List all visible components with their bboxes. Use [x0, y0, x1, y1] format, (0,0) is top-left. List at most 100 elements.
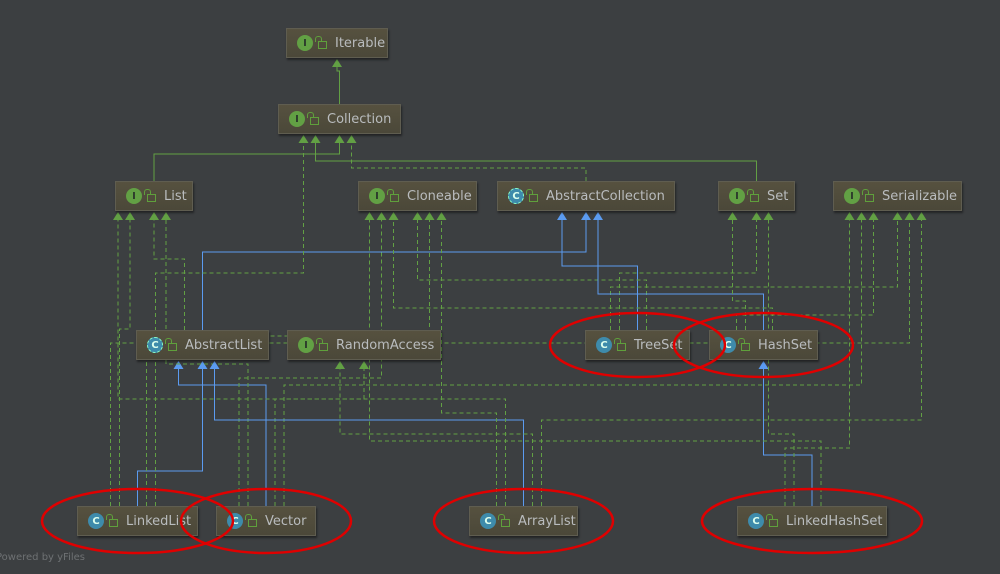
edge-vector-to-randomaccess [274, 368, 365, 506]
node-label: RandomAccess [336, 337, 435, 353]
edge-linkedhashset-to-serializable [784, 219, 850, 506]
interface-icon: I [369, 188, 385, 204]
node-abstractcollection[interactable]: C AbstractCollection [497, 181, 675, 211]
node-serializable[interactable]: I Serializable [833, 181, 962, 211]
class-icon: C [508, 188, 524, 204]
node-linkedlist[interactable]: C LinkedList [77, 506, 198, 536]
node-label: LinkedHashSet [786, 513, 883, 529]
arrowhead [727, 212, 738, 220]
public-lock-icon [766, 514, 778, 527]
edge-hashset-to-serializable [736, 219, 874, 330]
interface-icon: I [297, 35, 313, 51]
node-iterable[interactable]: I Iterable [286, 28, 388, 58]
arrowhead [364, 212, 375, 220]
node-treeset[interactable]: C TreeSet [585, 330, 690, 360]
public-lock-icon [307, 112, 319, 125]
public-lock-icon [526, 189, 538, 202]
class-icon: C [88, 513, 104, 529]
node-label: Serializable [882, 188, 958, 204]
footer-text: Powered by yFiles [0, 552, 85, 563]
arrowhead [334, 135, 345, 143]
edge-abstractlist-to-abstractcollection [202, 219, 587, 330]
node-collection[interactable]: I Collection [278, 104, 401, 134]
class-icon: C [227, 513, 243, 529]
arrowhead [763, 212, 774, 220]
arrowhead [844, 212, 855, 220]
class-icon: C [480, 513, 496, 529]
interface-icon: I [289, 111, 305, 127]
public-lock-icon [315, 36, 327, 49]
edge-arraylist-to-randomaccess [339, 368, 533, 506]
arrowhead [149, 212, 159, 220]
interface-icon: I [844, 188, 860, 204]
edge-linkedhashset-to-hashset [763, 368, 813, 506]
edge-hashset-to-abstractcollection [597, 219, 764, 330]
node-label: Vector [265, 513, 307, 529]
arrowhead [581, 212, 591, 220]
interface-icon: I [126, 188, 142, 204]
edge-treeset-to-set [619, 219, 757, 330]
edge-abstractlist-to-list [153, 219, 185, 330]
arrowhead [161, 212, 171, 220]
node-cloneable[interactable]: I Cloneable [358, 181, 477, 211]
node-hashset[interactable]: C HashSet [709, 330, 818, 360]
arrowhead [904, 212, 915, 220]
edge-treeset-to-cloneable [417, 219, 647, 330]
node-label: AbstractList [185, 337, 263, 353]
edge-linkedlist-to-serializable [110, 219, 910, 506]
node-label: ArrayList [518, 513, 576, 529]
edge-arraylist-to-list [117, 219, 506, 506]
node-linkedhashset[interactable]: C LinkedHashSet [737, 506, 887, 536]
arrowhead [332, 59, 342, 67]
arrowhead [388, 212, 399, 220]
arrowhead [197, 361, 208, 369]
public-lock-icon [106, 514, 118, 527]
arrowhead [868, 212, 879, 220]
node-label: Iterable [335, 35, 386, 51]
edge-hashset-to-cloneable [393, 219, 773, 330]
arrowhead [892, 212, 903, 220]
node-label: HashSet [758, 337, 813, 353]
public-lock-icon [614, 338, 626, 351]
arrowhead [436, 212, 447, 220]
arrowhead [751, 212, 762, 220]
arrowhead [557, 212, 567, 220]
arrowhead [113, 212, 123, 220]
public-lock-icon [245, 514, 257, 527]
node-label: TreeSet [634, 337, 683, 353]
arrowhead [209, 361, 220, 369]
class-icon: C [748, 513, 764, 529]
node-label: Set [767, 188, 789, 204]
arrowhead [359, 361, 369, 369]
edge-set-to-collection [315, 142, 757, 181]
public-lock-icon [747, 189, 759, 202]
node-label: Collection [327, 111, 392, 127]
node-list[interactable]: I List [115, 181, 193, 211]
arrowhead [424, 212, 435, 220]
edge-linkedlist-to-abstractlist [137, 368, 203, 506]
node-label: AbstractCollection [546, 188, 665, 204]
public-lock-icon [144, 189, 156, 202]
arrowhead [856, 212, 867, 220]
arrowhead [346, 135, 357, 143]
edge-vector-to-abstractlist [178, 368, 267, 506]
arrowhead [593, 212, 603, 220]
public-lock-icon [738, 338, 750, 351]
node-vector[interactable]: C Vector [216, 506, 316, 536]
node-label: Cloneable [407, 188, 472, 204]
node-label: List [164, 188, 187, 204]
arrowhead [412, 212, 423, 220]
node-label: LinkedList [126, 513, 192, 529]
edge-hashset-to-set [732, 219, 746, 330]
edge-list-to-collection [153, 142, 340, 181]
arrowhead [376, 212, 387, 220]
arrowhead [335, 361, 345, 369]
node-randomaccess[interactable]: I RandomAccess [287, 330, 441, 360]
edge-treeset-to-serializable [610, 219, 898, 330]
node-arraylist[interactable]: C ArrayList [469, 506, 578, 536]
edge-linkedhashset-to-cloneable [369, 219, 822, 506]
node-set[interactable]: I Set [718, 181, 795, 211]
node-abstractlist[interactable]: C AbstractList [136, 330, 269, 360]
interface-icon: I [729, 188, 745, 204]
edge-vector-to-cloneable [238, 219, 382, 506]
